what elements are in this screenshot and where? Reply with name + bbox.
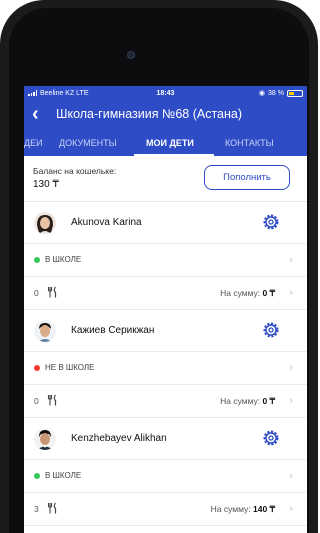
sum-label: На сумму: [220,288,261,298]
chevron-right-icon: › [289,395,293,407]
child-status: В ШКОЛЕ [45,471,82,480]
status-dot [34,257,40,263]
tab-bar: ДЕИ ДОКУМЕНТЫ МОИ ДЕТИ КОНТАКТЫ [24,127,307,156]
child-status-row[interactable]: В ШКОЛЕ › [24,460,307,493]
sum-label: На сумму: [220,396,261,406]
sum-value: 0 ₸ [262,288,276,298]
avatar [34,212,56,234]
chevron-right-icon: › [289,287,293,299]
app-header: Beeline KZ LTE 18:43 ◉ 38 % ‹ Школа-гимн… [24,86,307,156]
child-status: В ШКОЛЕ [45,255,82,264]
meal-count: 0 [34,288,39,298]
meal-sum: На сумму: 140 ₸ [211,504,275,515]
sum-value: 140 ₸ [253,504,275,514]
child-name: Akunova Karina [71,217,142,228]
child-status: НЕ В ШКОЛЕ [45,363,95,372]
settings-gear-icon[interactable] [262,321,280,339]
wallet-balance: 130 ₸ [33,179,59,190]
chevron-right-icon: › [289,254,293,266]
meal-sum: На сумму: 0 ₸ [220,396,275,407]
fork-knife-icon [47,394,57,406]
page-title: Школа-гимназиия №68 (Астана) [56,106,243,121]
fork-knife-icon [47,286,57,298]
fork-knife-icon [47,502,57,514]
child-name-row[interactable]: Akunova Karina [24,202,307,244]
settings-gear-icon[interactable] [262,213,280,231]
child-name: Kenzhebayev Alikhan [71,433,167,444]
title-bar: ‹ Школа-гимназиия №68 (Астана) [24,100,307,127]
meal-sum: На сумму: 0 ₸ [220,288,275,299]
child-name: Кажиев Серикжан [71,325,155,336]
child-status-row[interactable]: НЕ В ШКОЛЕ › [24,352,307,385]
child-card: Кажиев Серикжан НЕ В ШКОЛЕ › 0 На сумму:… [24,310,307,418]
sum-label: На сумму: [210,504,251,514]
status-dot [34,365,40,371]
child-meals-row[interactable]: 0 На сумму: 0 ₸ › [24,385,307,418]
child-name-row[interactable]: Кажиев Серикжан [24,310,307,352]
meal-count: 0 [34,396,39,406]
sum-value: 0 ₸ [262,396,276,406]
topup-button[interactable]: Пополнить [204,165,290,190]
child-card: Akunova Karina В ШКОЛЕ › 0 На сумму: 0 ₸… [24,202,307,310]
tab-documents[interactable]: ДОКУМЕНТЫ [59,138,117,148]
tab-my-children[interactable]: МОИ ДЕТИ [146,138,194,148]
status-bar: Beeline KZ LTE 18:43 ◉ 38 % [24,86,307,100]
child-meals-row[interactable]: 3 На сумму: 140 ₸ › [24,493,307,526]
settings-gear-icon[interactable] [262,429,280,447]
clock: 18:43 [156,89,175,97]
avatar [34,320,56,342]
chevron-right-icon: › [289,362,293,374]
child-card: Kenzhebayev Alikhan В ШКОЛЕ › 3 На сумму… [24,418,307,526]
tab-events[interactable]: ДЕИ [24,138,43,148]
app-screen: Beeline KZ LTE 18:43 ◉ 38 % ‹ Школа-гимн… [24,86,307,533]
front-camera [127,51,135,59]
meal-count: 3 [34,504,39,514]
back-arrow-icon[interactable]: ‹ [32,104,44,124]
avatar [34,428,56,450]
child-name-row[interactable]: Kenzhebayev Alikhan [24,418,307,460]
chevron-right-icon: › [289,503,293,515]
status-dot [34,473,40,479]
battery-icon [287,89,303,97]
child-meals-row[interactable]: 0 На сумму: 0 ₸ › [24,277,307,310]
wallet-label: Баланс на кошельке: [33,166,117,176]
tab-contacts[interactable]: КОНТАКТЫ [225,138,274,148]
child-status-row[interactable]: В ШКОЛЕ › [24,244,307,277]
chevron-right-icon: › [289,470,293,482]
wallet-panel: Баланс на кошельке: 130 ₸ Пополнить [24,156,307,202]
